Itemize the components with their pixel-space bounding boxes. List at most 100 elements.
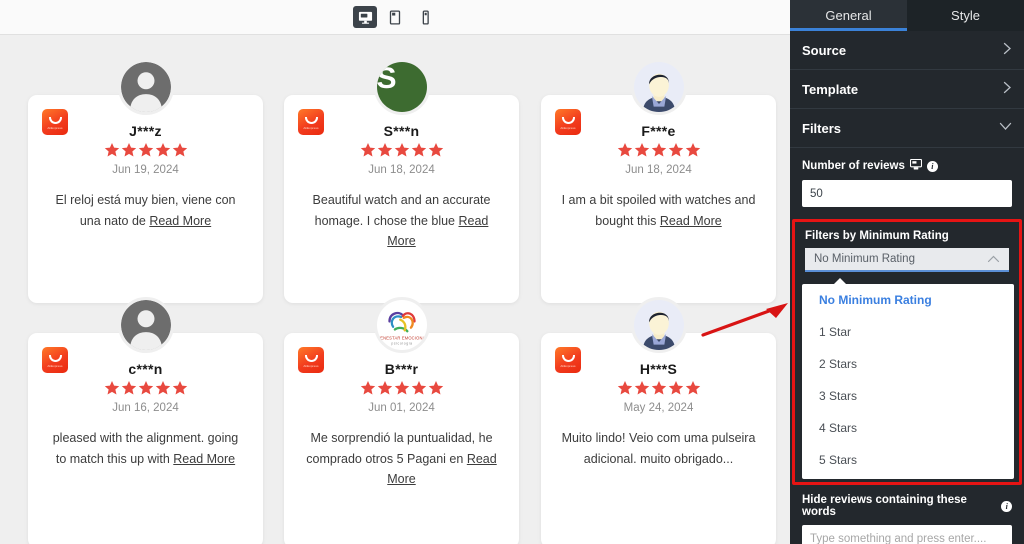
review-date: Jun 16, 2024 xyxy=(112,402,179,414)
star-rating xyxy=(555,380,762,396)
preview-area: AliExpress J***z Jun 19, 2024 El reloj está… xyxy=(0,0,790,544)
reviewer-name: F***e xyxy=(641,123,676,139)
number-of-reviews-input[interactable] xyxy=(802,180,1012,207)
source-badge-aliexpress: AliExpress xyxy=(298,347,324,373)
review-card[interactable]: AliExpress H***S May 24, 2024 Muito lindo! … xyxy=(541,297,776,544)
star-rating xyxy=(298,142,505,158)
rating-filter-selected-value: No Minimum Rating xyxy=(814,253,915,265)
read-more-link[interactable]: Read More xyxy=(387,214,488,249)
source-badge-label: AliExpress xyxy=(560,125,576,130)
svg-text:psicologia: psicologia xyxy=(391,342,412,346)
review-card[interactable]: AliExpress F***e Jun 18, 2024 I am a bit sp… xyxy=(541,59,776,303)
review-card[interactable]: BIENESTAR EMOCIONAL psicologia AliExpress B… xyxy=(284,297,519,544)
rating-option[interactable]: 5 Stars xyxy=(802,444,1014,476)
number-of-reviews-label-text: Number of reviews xyxy=(802,160,905,172)
rating-filter-label: Filters by Minimum Rating xyxy=(805,230,949,242)
star-icon xyxy=(155,142,170,157)
review-text: pleased with the alignment. going to mat… xyxy=(52,431,239,466)
responsive-monitor-icon[interactable] xyxy=(909,158,922,173)
section-filters[interactable]: Filters xyxy=(790,109,1024,148)
star-icon xyxy=(360,142,375,157)
tab-general-label: General xyxy=(825,8,872,23)
desktop-preview-button[interactable] xyxy=(353,6,377,28)
avatar-silhouette-icon xyxy=(120,300,171,350)
rating-filter-dropdown: No Minimum Rating 1 Star 2 Stars 3 Stars 4 S… xyxy=(802,278,1014,479)
review-card[interactable]: AliExpress J***z Jun 19, 2024 El reloj está… xyxy=(28,59,263,303)
rating-option[interactable]: No Minimum Rating xyxy=(802,284,1014,316)
chevron-up-icon xyxy=(987,250,1000,268)
read-more-link[interactable]: Read More xyxy=(149,214,211,228)
star-icon xyxy=(121,380,136,395)
reviewer-name: S***n xyxy=(383,123,420,139)
reviewer-name: B***r xyxy=(384,361,419,377)
star-icon xyxy=(121,142,136,157)
source-badge-aliexpress: AliExpress xyxy=(298,109,324,135)
reviewer-name: c***n xyxy=(128,361,163,377)
tab-style[interactable]: Style xyxy=(907,0,1024,31)
review-date: Jun 18, 2024 xyxy=(368,164,435,176)
review-card[interactable]: S AliExpress S***n Jun 18, 2024 Beautiful wa… xyxy=(284,59,519,303)
star-icon xyxy=(104,142,119,157)
chevron-right-icon xyxy=(1003,81,1012,97)
star-icon xyxy=(411,380,426,395)
section-source[interactable]: Source xyxy=(790,31,1024,70)
reviewer-name: H***S xyxy=(639,361,678,377)
reviews-grid: AliExpress J***z Jun 19, 2024 El reloj está… xyxy=(0,35,790,544)
number-of-reviews-field: Number of reviews i xyxy=(790,148,1024,207)
panel-tabs: General Style xyxy=(790,0,1024,31)
star-icon xyxy=(651,142,666,157)
avatar-silhouette-icon xyxy=(120,62,171,112)
read-more-link[interactable]: Read More xyxy=(387,452,496,487)
rating-option[interactable]: 1 Star xyxy=(802,316,1014,348)
chevron-down-icon xyxy=(999,122,1012,134)
star-icon xyxy=(360,380,375,395)
source-badge-aliexpress: AliExpress xyxy=(555,347,581,373)
source-badge-label: AliExpress xyxy=(47,363,63,368)
review-date: May 24, 2024 xyxy=(623,402,694,414)
info-icon[interactable]: i xyxy=(1001,500,1012,512)
read-more-link[interactable]: Read More xyxy=(660,214,722,228)
star-icon xyxy=(651,380,666,395)
star-rating xyxy=(42,142,249,158)
dropdown-caret-icon xyxy=(833,278,847,285)
star-icon xyxy=(617,142,632,157)
star-icon xyxy=(685,142,700,157)
section-source-label: Source xyxy=(802,42,847,58)
source-badge-label: AliExpress xyxy=(303,125,319,130)
avatar-person-illustration xyxy=(633,300,684,350)
reviewer-name: J***z xyxy=(129,123,162,139)
avatar-initial: S xyxy=(376,62,427,112)
section-filters-label: Filters xyxy=(802,120,842,136)
star-icon xyxy=(104,380,119,395)
rating-filter-select[interactable]: No Minimum Rating xyxy=(805,248,1009,272)
read-more-link[interactable]: Read More xyxy=(173,452,235,466)
review-text: Beautiful watch and an accurate homage. … xyxy=(312,193,491,249)
mobile-preview-button[interactable] xyxy=(413,6,437,28)
rating-option[interactable]: 2 Stars xyxy=(802,348,1014,380)
star-icon xyxy=(428,380,443,395)
chevron-right-icon xyxy=(1003,42,1012,58)
avatar xyxy=(630,59,687,115)
source-badge-aliexpress: AliExpress xyxy=(555,109,581,135)
hide-words-label: Hide reviews containing these words i xyxy=(802,494,1012,518)
aliexpress-smile-icon xyxy=(304,354,318,362)
tab-general[interactable]: General xyxy=(790,0,907,31)
tab-style-label: Style xyxy=(951,8,980,23)
tablet-preview-button[interactable] xyxy=(383,6,407,28)
star-icon xyxy=(138,380,153,395)
review-text: El reloj está muy bien, viene con una na… xyxy=(55,193,236,228)
star-icon xyxy=(394,380,409,395)
source-badge-aliexpress: AliExpress xyxy=(42,347,68,373)
review-card[interactable]: AliExpress c***n Jun 16, 2024 pleased with … xyxy=(28,297,263,544)
rating-option[interactable]: 4 Stars xyxy=(802,412,1014,444)
review-text: Muito lindo! Veio com uma pulseira adici… xyxy=(561,431,756,466)
device-preview-toolbar xyxy=(0,0,790,35)
rating-option[interactable]: 3 Stars xyxy=(802,380,1014,412)
info-icon[interactable]: i xyxy=(926,160,938,172)
section-template[interactable]: Template xyxy=(790,70,1024,109)
hide-words-input[interactable] xyxy=(802,525,1012,544)
star-icon xyxy=(172,380,187,395)
star-icon xyxy=(685,380,700,395)
avatar-person-illustration xyxy=(633,62,684,112)
avatar xyxy=(117,59,174,115)
